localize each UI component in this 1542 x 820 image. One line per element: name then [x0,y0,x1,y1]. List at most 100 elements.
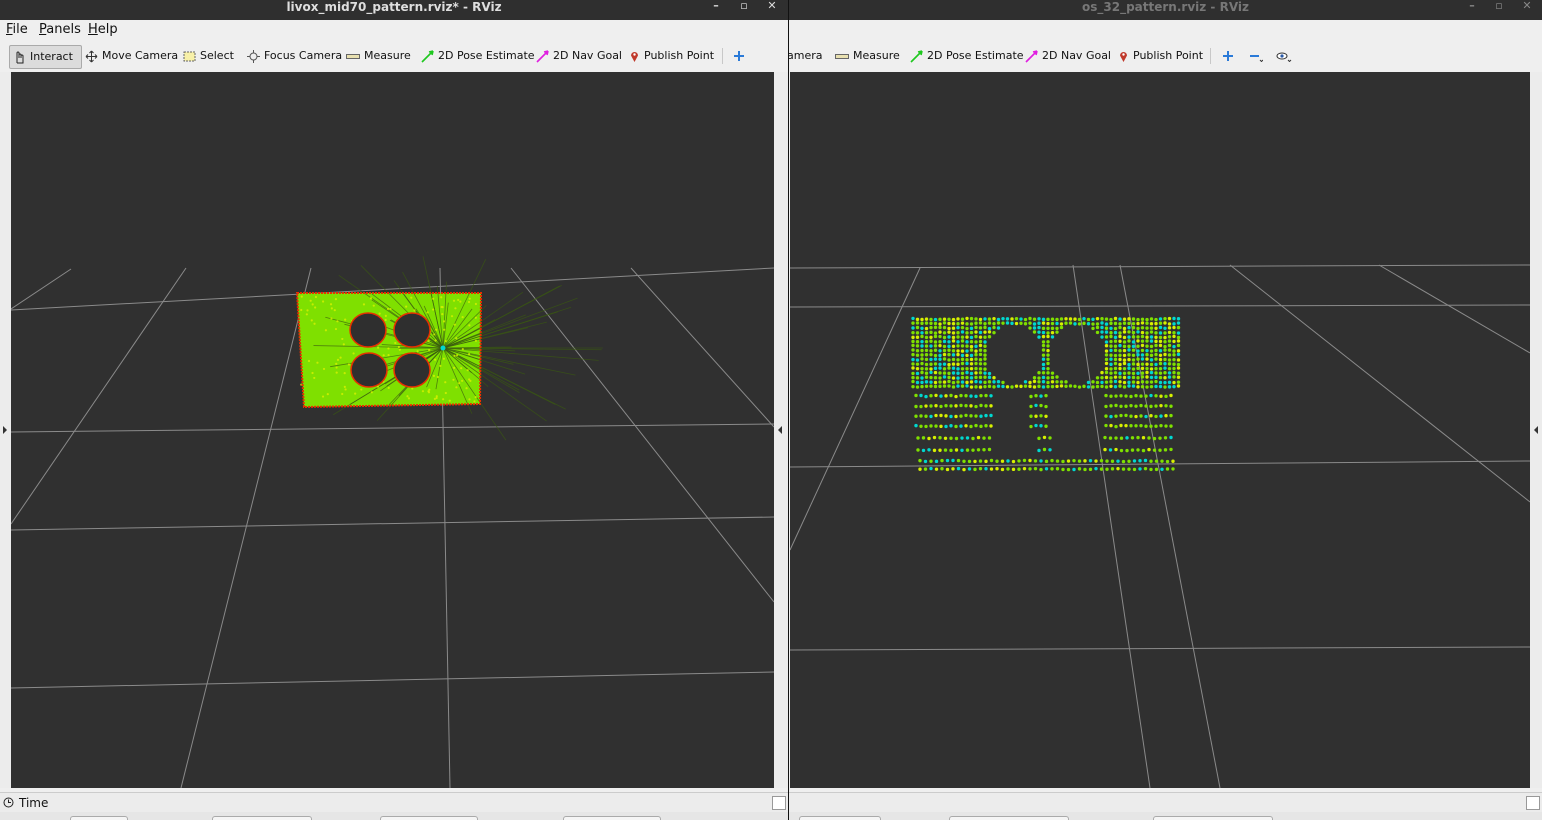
point [960,357,965,362]
point [1167,339,1172,343]
point [387,386,390,389]
minimize-icon[interactable]: – [708,0,724,14]
time-field-2[interactable] [212,816,312,820]
interact-tool-button[interactable]: Interact [9,45,82,69]
point [978,371,983,375]
3d-render-view-left[interactable] [11,72,774,788]
measure-tool-button[interactable]: Measure [835,45,900,67]
point [947,348,951,352]
point [1039,403,1043,408]
time-field-1[interactable] [70,816,128,820]
point [1114,447,1118,452]
point [457,298,460,302]
point [1091,322,1095,326]
point [1122,366,1127,371]
point [370,391,373,394]
menu-help[interactable]: Help [88,22,118,37]
move-camera-tool-button[interactable]: Move Camera [85,45,178,67]
add-tool-button[interactable] [1222,45,1238,67]
point [911,371,915,376]
point [951,353,956,357]
point [440,345,446,351]
point [452,378,455,381]
focus-camera-tool-button[interactable]: Focus Camera [247,45,342,67]
point [1006,467,1010,471]
point [982,448,986,452]
point [1109,317,1113,322]
point [1105,467,1109,471]
point [1050,330,1055,335]
point [1050,375,1055,380]
2d-pose-estimate-tool-button[interactable]: 2D Pose Estimate [910,45,1024,67]
tool-properties-button[interactable] [1276,45,1296,67]
point [942,344,947,349]
select-icon [183,51,196,61]
point [1064,317,1068,321]
point [978,380,983,384]
point [965,326,969,331]
minimize-icon[interactable]: – [1464,0,1480,14]
point [911,330,915,335]
right-collapse-handle[interactable] [774,72,788,788]
move-camera-tool-button-partial[interactable]: amera [789,45,823,67]
point [1154,348,1158,353]
left-collapse-handle[interactable] [0,72,11,788]
left-title-bar[interactable]: livox_mid70_pattern.rviz* - RViz – ▫ ✕ [0,0,788,20]
point [1019,384,1023,389]
point [1163,385,1167,389]
2d-nav-goal-tool-button[interactable]: 2D Nav Goal [536,45,622,67]
point [924,353,929,357]
2d-pose-estimate-tool-button[interactable]: 2D Pose Estimate [421,45,535,67]
time-panel-header[interactable]: Time [0,792,788,813]
3d-render-view-right[interactable] [790,72,1530,788]
point [1046,326,1050,331]
add-tool-button[interactable] [733,45,749,67]
time-panel-float-checkbox[interactable] [1526,796,1540,810]
maximize-icon[interactable]: ▫ [1491,0,1507,14]
time-field-4[interactable] [563,816,661,820]
menu-panels[interactable]: Panels [39,22,81,37]
point [1158,335,1163,340]
point [1158,325,1163,330]
maximize-icon[interactable]: ▫ [736,0,752,14]
point [1119,448,1124,453]
point [987,326,992,331]
point [1059,384,1064,388]
point [974,357,978,361]
publish-point-tool-button[interactable]: Publish Point [629,45,714,67]
point [924,326,929,331]
time-field-1[interactable] [799,816,881,820]
right-collapse-handle[interactable] [1530,72,1542,788]
time-panel-float-checkbox[interactable] [772,796,786,810]
point [929,370,933,375]
close-icon[interactable]: ✕ [764,0,780,14]
time-field-3[interactable] [1153,816,1273,820]
point [1028,316,1032,321]
point [1164,404,1168,408]
point [942,362,947,366]
publish-point-tool-button[interactable]: Publish Point [1118,45,1203,67]
point [1055,326,1059,331]
point [1154,366,1158,371]
point [1005,317,1010,321]
time-field-3[interactable] [380,816,478,820]
close-icon[interactable]: ✕ [1519,0,1535,14]
point [1113,357,1118,362]
time-field-2[interactable] [949,816,1069,820]
point [1037,335,1041,339]
point [1164,394,1168,399]
point [929,335,933,339]
remove-tool-button[interactable] [1249,45,1267,67]
2d-nav-goal-tool-button[interactable]: 2D Nav Goal [1025,45,1111,67]
menu-file[interactable]: File [6,22,28,37]
point [915,376,920,380]
measure-tool-button[interactable]: Measure [346,45,411,67]
point [929,384,933,388]
point [306,309,309,312]
point [978,348,983,352]
point [1037,380,1041,384]
select-tool-button[interactable]: Select [183,45,234,67]
right-title-bar[interactable]: os_32_pattern.rviz - RViz – ▫ ✕ [789,0,1542,20]
point [1145,366,1149,371]
point [911,343,915,348]
